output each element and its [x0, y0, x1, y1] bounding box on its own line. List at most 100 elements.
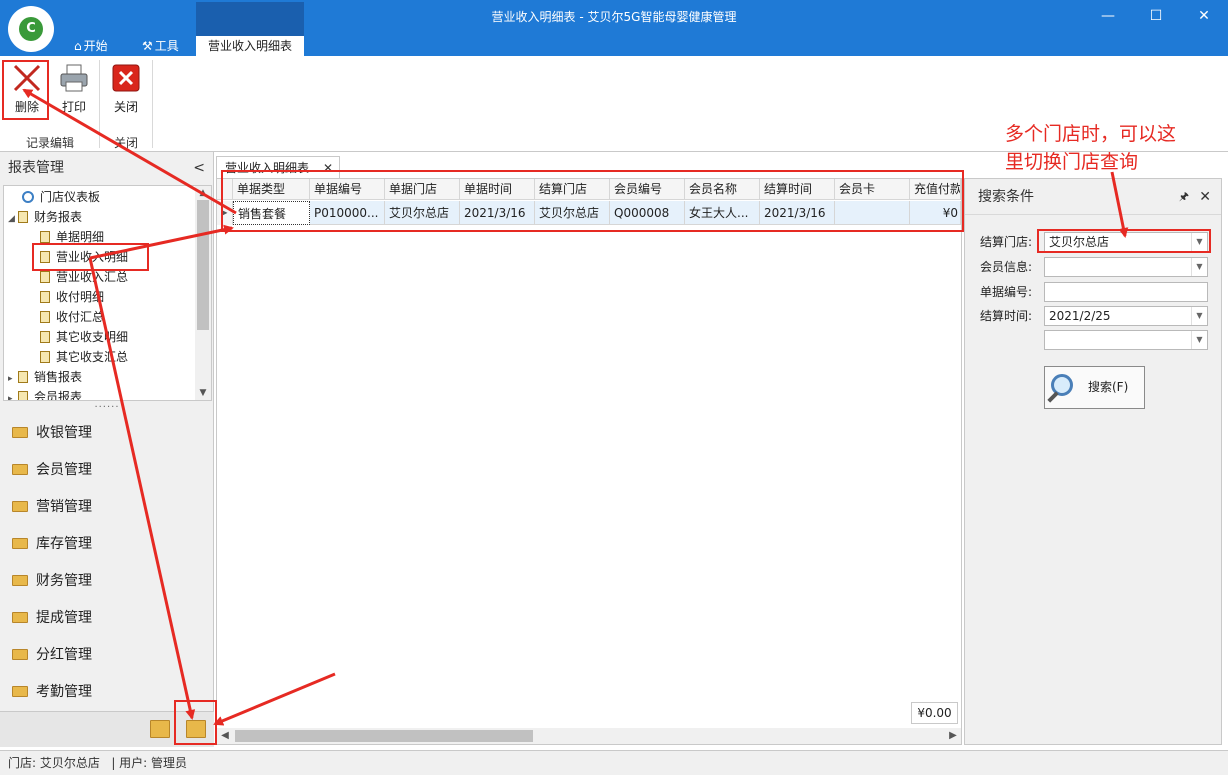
folder-icon [12, 501, 28, 512]
annotation-box-folder [174, 700, 217, 745]
window-title: 营业收入明细表 - 艾贝尔5G智能母婴健康管理 [491, 10, 737, 24]
ribbon-separator [152, 60, 153, 148]
tree-item-payment-detail[interactable]: 收付明细 [40, 287, 104, 307]
member-info-label: 会员信息: [980, 260, 1033, 274]
member-info-select[interactable]: ▼ [1044, 257, 1208, 277]
tree-item-payment-summary[interactable]: 收付汇总 [40, 307, 104, 327]
search-button[interactable]: 搜索(F) [1044, 366, 1145, 409]
minimize-button[interactable]: — [1093, 5, 1123, 27]
tree-item-finance-reports[interactable]: ◢ 财务报表 [8, 207, 82, 227]
tab-income-detail[interactable]: 营业收入明细表 [196, 36, 304, 56]
print-label: 打印 [61, 100, 86, 114]
tree-item-other-summary[interactable]: 其它收支汇总 [40, 347, 128, 367]
nav-dividend[interactable]: 分红管理 [12, 642, 92, 668]
settle-time-start-value: 2021/2/25 [1049, 309, 1111, 323]
dropdown-arrow-icon[interactable]: ▼ [1191, 307, 1207, 325]
tab-home[interactable]: ⌂ 开始 [70, 36, 112, 56]
scroll-down-icon[interactable]: ▼ [195, 386, 211, 400]
nav-label: 库存管理 [36, 536, 92, 552]
nav-attendance[interactable]: 考勤管理 [12, 679, 92, 705]
horizontal-scrollbar[interactable]: ◀ ▶ [217, 728, 961, 744]
annotation-text: 多个门店时，可以这 里切换门店查询 [1005, 120, 1176, 176]
scroll-up-icon[interactable]: ▲ [195, 186, 211, 200]
tree-label: 收付汇总 [56, 310, 105, 324]
title-bar: C 营业收入明细表 - 艾贝尔5G智能母婴健康管理 — ☐ ✕ ⌂ 开始 ⚒ 工具 … [0, 0, 1228, 56]
tree-label: 财务报表 [34, 210, 83, 224]
tree-item-sales-reports[interactable]: ▸ 销售报表 [8, 367, 82, 387]
report-icon [18, 371, 28, 383]
nav-member[interactable]: 会员管理 [12, 457, 92, 483]
income-detail-grid: 单据类型 单据编号 单据门店 单据时间 结算门店 会员编号 会员名称 结算时间 … [216, 178, 962, 745]
report-management-title: 报表管理 [8, 160, 64, 176]
report-icon [40, 271, 50, 283]
tools-icon: ⚒ [142, 39, 153, 53]
status-store: 门店: 艾贝尔总店 [8, 756, 100, 770]
splitter-grip[interactable]: ······ [0, 402, 214, 413]
tree-label: 销售报表 [34, 370, 83, 384]
close-panel-icon[interactable]: ✕ [1199, 179, 1211, 215]
dropdown-arrow-icon[interactable]: ▼ [1191, 258, 1207, 276]
tree-label: 其它收支汇总 [56, 350, 129, 364]
nav-finance[interactable]: 财务管理 [12, 568, 92, 594]
status-bar: 门店: 艾贝尔总店 | 用户: 管理员 [0, 750, 1228, 775]
folder-icon [12, 575, 28, 586]
scroll-left-icon[interactable]: ◀ [217, 728, 233, 744]
tree-item-member-reports[interactable]: ▸ 会员报表 [8, 387, 82, 400]
tree-label: 单据明细 [56, 230, 105, 244]
report-nav-pane: 报表管理 < 门店仪表板 ◢ 财务报表 单据明细 营业收入明细 营业收入汇总 收付… [0, 152, 214, 747]
home-icon: ⌂ [74, 39, 82, 53]
group-close-label: 关闭 [114, 136, 139, 150]
tab-tools[interactable]: ⚒ 工具 [138, 36, 183, 56]
annotation-line: 里切换门店查询 [1005, 151, 1139, 173]
report-icon [40, 331, 50, 343]
doc-number-input[interactable] [1044, 282, 1208, 302]
scrollbar-thumb[interactable] [197, 200, 209, 330]
collapse-icon[interactable]: < [193, 152, 205, 184]
annotation-line: 多个门店时，可以这 [1005, 123, 1177, 145]
report-icon [40, 311, 50, 323]
tree-item-store-dashboard[interactable]: 门店仪表板 [22, 187, 100, 207]
close-window-button[interactable]: ✕ [1189, 5, 1219, 27]
expand-arrow-icon[interactable]: ◢ [8, 209, 18, 229]
annotation-box-grid [221, 170, 964, 232]
report-management-header: 报表管理 < [0, 152, 213, 184]
tree-label: 其它收支明细 [56, 330, 129, 344]
nav-label: 营销管理 [36, 499, 92, 515]
status-user: | 用户: 管理员 [111, 756, 188, 770]
report-icon [40, 231, 50, 243]
scrollbar-thumb[interactable] [235, 730, 533, 742]
tree-item-other-detail[interactable]: 其它收支明细 [40, 327, 128, 347]
collapsed-arrow-icon[interactable]: ▸ [8, 369, 18, 389]
scroll-right-icon[interactable]: ▶ [945, 728, 961, 744]
tree-label: 收付明细 [56, 290, 105, 304]
print-button[interactable]: 打印 [52, 58, 96, 120]
close-icon [110, 62, 142, 94]
settle-time-start[interactable]: 2021/2/25 ▼ [1044, 306, 1208, 326]
tree-scrollbar[interactable]: ▲ ▼ [195, 186, 211, 400]
nav-marketing[interactable]: 营销管理 [12, 494, 92, 520]
folder-icon [12, 538, 28, 549]
nav-label: 分红管理 [36, 647, 92, 663]
dropdown-arrow-icon[interactable]: ▼ [1191, 331, 1207, 349]
search-panel-title: 搜索条件 [978, 189, 1034, 205]
annotation-box-store-select [1037, 229, 1211, 253]
report-icon [40, 291, 50, 303]
nav-inventory[interactable]: 库存管理 [12, 531, 92, 557]
collapsed-arrow-icon[interactable]: ▸ [8, 389, 18, 400]
report-tree: 门店仪表板 ◢ 财务报表 单据明细 营业收入明细 营业收入汇总 收付明细 收付汇总… [3, 185, 212, 401]
doc-number-label: 单据编号: [980, 285, 1033, 299]
annotation-box-delete [2, 60, 49, 120]
ribbon-separator [99, 60, 100, 148]
nav-commission[interactable]: 提成管理 [12, 605, 92, 631]
group-record-edit-label: 记录编辑 [26, 136, 75, 150]
tab-tools-label: 工具 [154, 39, 179, 53]
pin-icon[interactable]: 🖈 [1179, 179, 1189, 215]
settle-time-end[interactable]: ▼ [1044, 330, 1208, 350]
close-report-button[interactable]: 关闭 [104, 58, 148, 120]
tree-label: 营业收入汇总 [56, 270, 129, 284]
maximize-button[interactable]: ☐ [1141, 5, 1171, 27]
nav-cashier[interactable]: 收银管理 [12, 420, 92, 446]
report-icon [40, 351, 50, 363]
folder-icon [12, 649, 28, 660]
folder-icon[interactable] [150, 720, 170, 738]
